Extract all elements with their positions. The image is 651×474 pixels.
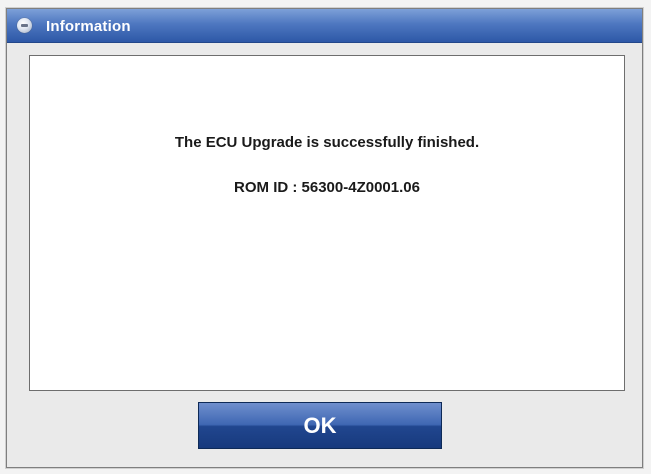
dialog-title: Information bbox=[46, 18, 131, 35]
ok-button[interactable]: OK bbox=[198, 402, 442, 449]
success-message: The ECU Upgrade is successfully finished… bbox=[174, 134, 480, 151]
rom-id-text: ROM ID : 56300-4Z0001.06 bbox=[234, 179, 420, 196]
info-disc-icon bbox=[17, 18, 32, 33]
information-dialog: Information The ECU Upgrade is successfu… bbox=[6, 8, 643, 468]
dialog-title-bar[interactable]: Information bbox=[7, 9, 642, 43]
message-panel: The ECU Upgrade is successfully finished… bbox=[29, 55, 625, 391]
screen: Information The ECU Upgrade is successfu… bbox=[0, 0, 651, 474]
